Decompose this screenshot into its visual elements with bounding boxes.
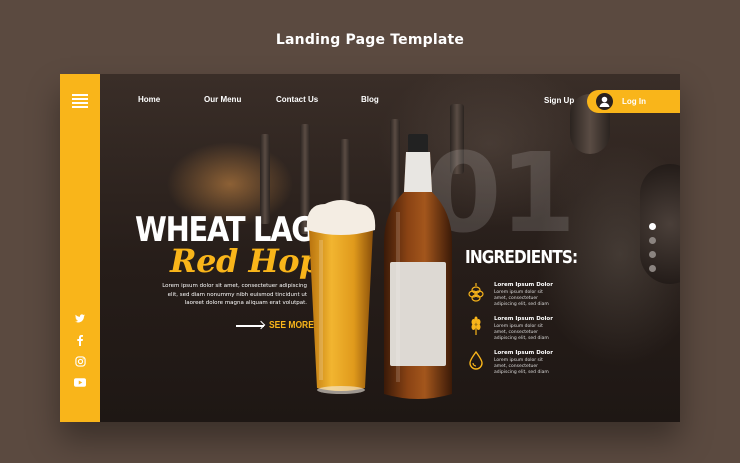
pagination-dot[interactable] bbox=[649, 265, 656, 272]
landing-page-frame: 01 Home Our Menu Contact Us Blog Sign Up… bbox=[60, 74, 680, 422]
pagination-dot[interactable] bbox=[649, 237, 656, 244]
ingredients-title: INGREDIENTS: bbox=[465, 247, 578, 268]
nav-home[interactable]: Home bbox=[138, 95, 160, 104]
login-button[interactable]: Log In bbox=[587, 90, 680, 113]
user-icon bbox=[596, 93, 613, 110]
ingredient-name: Lorem Ipsum Dolor bbox=[494, 282, 553, 288]
instagram-icon[interactable] bbox=[60, 356, 100, 367]
pagination-dot[interactable] bbox=[649, 251, 656, 258]
wheat-icon bbox=[471, 316, 481, 335]
ingredient-name: Lorem Ipsum Dolor bbox=[494, 350, 553, 356]
login-label: Log In bbox=[622, 97, 646, 106]
youtube-icon[interactable] bbox=[60, 378, 100, 387]
ingredient-name: Lorem Ipsum Dolor bbox=[494, 316, 553, 322]
menu-icon[interactable] bbox=[72, 94, 88, 108]
pagination-dot[interactable] bbox=[649, 223, 656, 230]
ingredient-desc: Lorem ipsum dolor sit amet, consectetuer… bbox=[494, 290, 549, 307]
facebook-icon[interactable] bbox=[60, 335, 100, 346]
sidebar bbox=[60, 74, 100, 422]
hops-icon bbox=[468, 283, 484, 302]
beer-bottle-image bbox=[384, 134, 452, 399]
nav-contact-us[interactable]: Contact Us bbox=[276, 95, 318, 104]
ingredient-desc: Lorem ipsum dolor sit amet, consectetuer… bbox=[494, 324, 549, 341]
page-title: Landing Page Template bbox=[275, 32, 465, 48]
twitter-icon[interactable] bbox=[60, 314, 100, 323]
arrow-right-icon bbox=[236, 325, 264, 327]
nav-our-menu[interactable]: Our Menu bbox=[204, 95, 241, 104]
hero-description: Lorem ipsum dolor sit amet, consectetuer… bbox=[162, 283, 307, 306]
water-drop-icon bbox=[469, 350, 483, 370]
nav-blog[interactable]: Blog bbox=[361, 95, 379, 104]
beer-glass-image bbox=[306, 200, 376, 394]
ingredient-desc: Lorem ipsum dolor sit amet, consectetuer… bbox=[494, 358, 549, 375]
signup-link[interactable]: Sign Up bbox=[544, 96, 574, 105]
